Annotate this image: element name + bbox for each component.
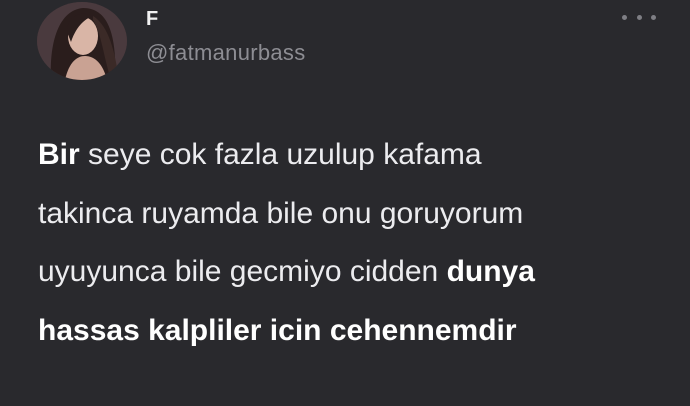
avatar-photo [37, 2, 127, 80]
dot [651, 14, 656, 20]
dot [622, 14, 627, 20]
tweet-bold-phrase: hassas kalpliler icin cehennemdir [38, 313, 517, 347]
more-horizontal-icon[interactable] [622, 10, 656, 24]
display-name[interactable]: F [146, 8, 159, 31]
tweet-line-1: Bir seye cok fazla uzulup kafama [38, 126, 678, 185]
tweet-text-segment: seye cok fazla uzulup kafama [79, 138, 482, 171]
tweet-bold-word: Bir [38, 138, 80, 171]
tweet-text: Bir seye cok fazla uzulup kafama takinca… [38, 126, 678, 360]
user-handle[interactable]: @fatmanurbass [146, 40, 306, 66]
tweet-bold-word: dunya [446, 255, 535, 288]
tweet-card: F @fatmanurbass Bir seye cok fazla uzulu… [0, 0, 690, 406]
tweet-line-2: takinca ruyamda bile onu goruyorum [38, 196, 524, 230]
tweet-text-segment: uyuyunca bile gecmiyo cidden [38, 255, 447, 288]
dot [636, 14, 642, 20]
tweet-line-3: uyuyunca bile gecmiyo cidden dunya [38, 243, 678, 302]
tweet-line-4: hassas kalpliler icin cehennemdir [38, 302, 678, 361]
avatar[interactable] [37, 2, 127, 80]
